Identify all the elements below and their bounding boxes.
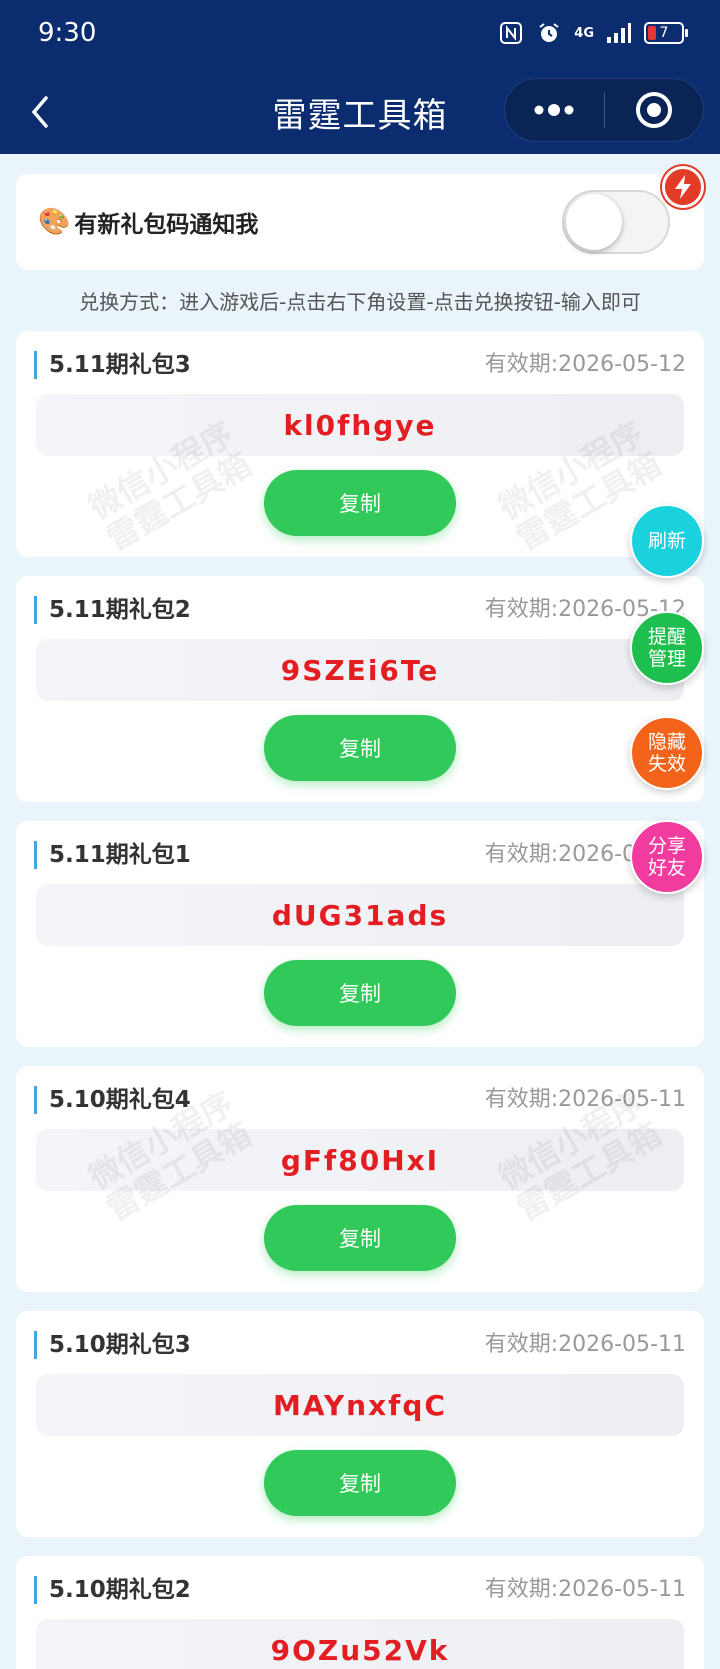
remind-label: 提醒 管理 bbox=[647, 626, 686, 670]
target-icon bbox=[635, 92, 672, 128]
hide-label: 隐藏 失效 bbox=[647, 731, 686, 775]
copy-button[interactable]: 复制 bbox=[264, 715, 456, 781]
gift-code: kl0fhgye bbox=[36, 394, 684, 456]
battery-level: 7 bbox=[659, 25, 669, 41]
alarm-icon bbox=[536, 20, 562, 46]
gift-expire: 有效期:2026-05-12 bbox=[484, 352, 686, 377]
network-type: 4G bbox=[574, 25, 594, 41]
toggle-knob bbox=[566, 194, 622, 250]
more-dots-icon bbox=[534, 104, 574, 116]
copy-button[interactable]: 复制 bbox=[264, 960, 456, 1026]
more-button[interactable] bbox=[505, 79, 604, 141]
gift-title: 5.10期礼包3 bbox=[34, 1331, 191, 1359]
mini-program-capsule bbox=[504, 78, 704, 142]
gift-expire: 有效期:2026-05-11 bbox=[484, 1332, 686, 1357]
notify-toggle[interactable] bbox=[562, 190, 670, 254]
gift-card: 5.11期礼包3 有效期:2026-05-12 kl0fhgye 复制 bbox=[16, 331, 704, 557]
gift-code: 9OZu52Vk bbox=[36, 1619, 684, 1669]
gift-expire: 有效期:2026-05-11 bbox=[484, 1577, 686, 1602]
gift-title: 5.11期礼包2 bbox=[34, 596, 191, 624]
copy-button[interactable]: 复制 bbox=[264, 1450, 456, 1516]
signal-icon bbox=[606, 20, 632, 46]
status-time: 9:30 bbox=[38, 18, 97, 48]
notify-label: 有新礼包码通知我 bbox=[74, 212, 259, 238]
hide-expired-button[interactable]: 隐藏 失效 bbox=[630, 716, 704, 790]
close-mini-program-button[interactable] bbox=[605, 79, 704, 141]
gift-title: 5.11期礼包1 bbox=[34, 841, 191, 869]
nfc-icon bbox=[498, 20, 524, 46]
share-friends-button[interactable]: 分享 好友 bbox=[630, 820, 704, 894]
copy-button[interactable]: 复制 bbox=[264, 1205, 456, 1271]
gift-code: gFf80HxI bbox=[36, 1129, 684, 1191]
gift-title: 5.10期礼包2 bbox=[34, 1576, 191, 1604]
gift-code: dUG31ads bbox=[36, 884, 684, 946]
gift-card: 5.11期礼包2 有效期:2026-05-12 9SZEi6Te 复制 bbox=[16, 576, 704, 802]
refresh-label: 刷新 bbox=[647, 530, 686, 552]
remind-manage-button[interactable]: 提醒 管理 bbox=[630, 611, 704, 685]
status-icons: 4G 7 bbox=[498, 20, 688, 46]
flash-icon[interactable] bbox=[662, 166, 704, 208]
redeem-hint: 兑换方式：进入游戏后-点击右下角设置-点击兑换按钮-输入即可 bbox=[79, 290, 641, 314]
gift-title: 5.11期礼包3 bbox=[34, 351, 191, 379]
gift-card: 5.10期礼包3 有效期:2026-05-11 MAYnxfqC 复制 bbox=[16, 1311, 704, 1537]
gift-card: 5.11期礼包1 有效期:2026-05-12 dUG31ads 复制 bbox=[16, 821, 704, 1047]
refresh-button[interactable]: 刷新 bbox=[630, 504, 704, 578]
share-label: 分享 好友 bbox=[647, 835, 686, 879]
top-bar: 9:30 4G 7 雷霆工具箱 bbox=[0, 0, 720, 154]
palette-icon: 🎨 bbox=[38, 207, 71, 237]
gift-code: MAYnxfqC bbox=[36, 1374, 684, 1436]
gift-title: 5.10期礼包4 bbox=[34, 1086, 191, 1114]
gift-card: 5.10期礼包4 有效期:2026-05-11 gFf80HxI 复制 bbox=[16, 1066, 704, 1292]
gift-expire: 有效期:2026-05-11 bbox=[484, 1087, 686, 1112]
copy-button[interactable]: 复制 bbox=[264, 470, 456, 536]
gift-code: 9SZEi6Te bbox=[36, 639, 684, 701]
battery-icon: 7 bbox=[644, 22, 688, 44]
notify-card: 🎨 有新礼包码通知我 bbox=[16, 174, 704, 270]
gift-card: 5.10期礼包2 有效期:2026-05-11 9OZu52Vk bbox=[16, 1556, 704, 1669]
